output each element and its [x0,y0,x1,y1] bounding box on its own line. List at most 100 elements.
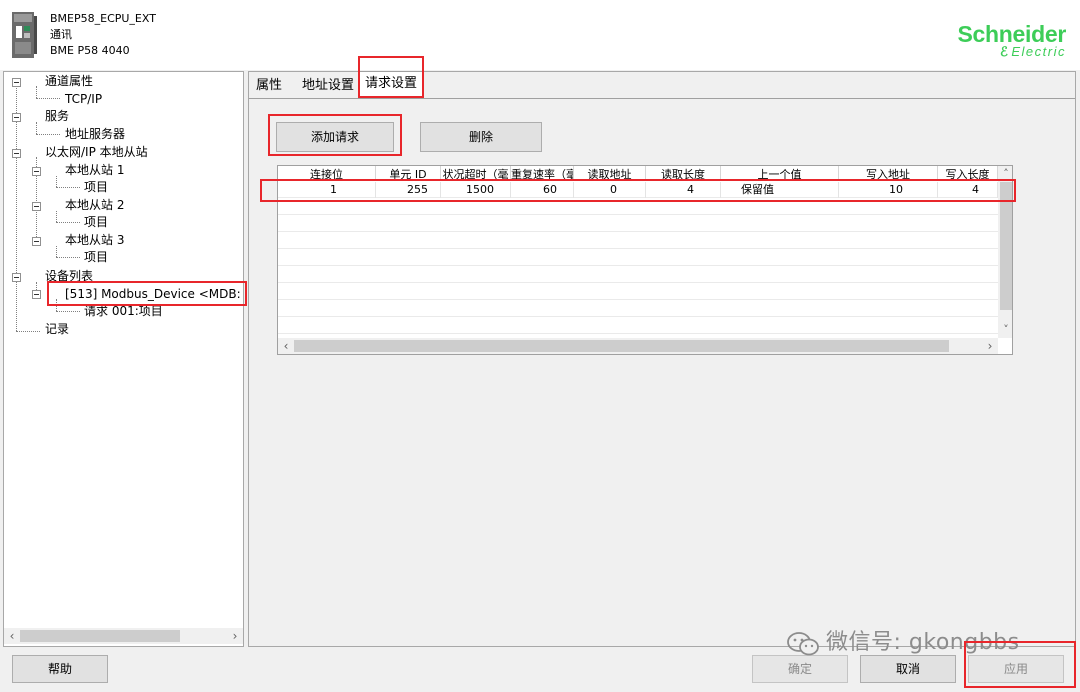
logo-sub-label: Electric [1011,44,1066,59]
scrollbar-thumb[interactable] [20,630,180,642]
settings-panel [248,71,1076,647]
tree-item-local-slave-2[interactable]: 本地从站 2 [65,197,124,214]
tree-line [36,122,37,134]
delete-button[interactable]: 删除 [420,122,542,152]
tree-item-modbus-device[interactable]: [513] Modbus_Device <MDB: 192. [65,286,243,303]
cell-write-length[interactable]: 4 [938,182,998,198]
column-header-repetitive-rate[interactable]: 重复速率（毫秒 [511,166,574,181]
cell-connection-bit[interactable]: 1 [278,182,376,198]
tree-line [56,222,80,223]
device-model: BME P58 4040 [50,44,130,57]
scroll-down-icon[interactable]: ˅ [998,322,1012,338]
empty-row [278,267,998,283]
cell-unit-id[interactable]: 255 [376,182,441,198]
tree-item-tcpip[interactable]: TCP/IP [65,91,102,108]
scrollbar-thumb[interactable] [294,340,949,352]
tree-line [56,311,80,312]
tree-panel: 通道属性 TCP/IP 服务 地址服务器 以太网/IP 本地从站 本地从站 1 … [3,71,244,647]
collapse-toggle-icon[interactable] [32,290,41,299]
tree-line [36,86,37,98]
device-name: BMEP58_ECPU_EXT [50,12,156,25]
wechat-icon [787,632,819,656]
column-header-write-length[interactable]: 写入长度 [938,166,998,181]
cell-read-address[interactable]: 0 [574,182,646,198]
collapse-toggle-icon[interactable] [32,167,41,176]
tree-item-address-server[interactable]: 地址服务器 [65,126,125,143]
collapse-toggle-icon[interactable] [12,113,21,122]
column-header-write-address[interactable]: 写入地址 [839,166,938,181]
table-vertical-scrollbar[interactable]: ˄ ˅ [998,166,1012,338]
empty-row [278,318,998,334]
tree-line [36,134,60,135]
section-name: 通讯 [50,28,72,41]
tree-line [56,211,57,222]
scroll-up-icon[interactable]: ˄ [998,166,1012,182]
request-table: 连接位 单元 ID 状况超时（毫 重复速率（毫秒 读取地址 读取长度 上一个值 … [277,165,1013,355]
collapse-toggle-icon[interactable] [32,202,41,211]
empty-row [278,233,998,249]
plc-module-icon [12,12,37,58]
tab-request-settings[interactable]: 请求设置 [358,71,425,97]
tree-item-project[interactable]: 项目 [84,179,108,196]
tree-item-project[interactable]: 项目 [84,214,108,231]
column-header-connection-bit[interactable]: 连接位 [278,166,376,181]
tree-line [56,299,57,311]
scroll-left-icon[interactable]: ‹ [278,338,294,354]
header-bar: BMEP58_ECPU_EXT 通讯 BME P58 4040 Schneide… [0,0,1080,70]
collapse-toggle-icon[interactable] [32,237,41,246]
tree-item-local-slave-3[interactable]: 本地从站 3 [65,232,124,249]
table-row[interactable]: 1 255 1500 60 0 4 保留值 10 4 [278,182,998,198]
wechat-watermark: 微信号: gkongbbs [786,627,1020,659]
empty-row [278,284,998,300]
cell-repetitive-rate[interactable]: 60 [511,182,574,198]
cancel-button[interactable]: 取消 [860,655,956,683]
tree-line [36,98,60,99]
tree-line [56,187,80,188]
cell-health-timeout[interactable]: 1500 [441,182,511,198]
scroll-right-icon[interactable]: › [982,338,998,354]
column-header-unit-id[interactable]: 单元 ID [376,166,441,181]
cell-last-value[interactable]: 保留值 [721,182,839,198]
tree-item-local-slave-1[interactable]: 本地从站 1 [65,162,124,179]
column-header-last-value[interactable]: 上一个值 [721,166,839,181]
tree-line [56,257,80,258]
tree-item-log[interactable]: 记录 [45,321,69,338]
ok-button[interactable]: 确定 [752,655,848,683]
tree-item-project[interactable]: 项目 [84,249,108,266]
cell-write-address[interactable]: 10 [839,182,938,198]
collapse-toggle-icon[interactable] [12,273,21,282]
column-header-read-address[interactable]: 读取地址 [574,166,646,181]
cell-read-length[interactable]: 4 [646,182,721,198]
tree-item-channel-properties[interactable]: 通道属性 [45,73,93,90]
empty-row [278,216,998,232]
tree-item-services[interactable]: 服务 [45,108,69,125]
column-header-read-length[interactable]: 读取长度 [646,166,721,181]
electric-symbol-icon: ℰ [1000,44,1010,59]
scroll-left-icon[interactable]: ‹ [4,628,20,644]
tree-horizontal-scrollbar[interactable]: ‹ › [4,628,243,644]
tree-item-request-001[interactable]: 请求 001:项目 [84,303,163,320]
tree-item-device-list[interactable]: 设备列表 [45,268,93,285]
table-horizontal-scrollbar[interactable]: ‹ › [278,338,998,354]
tree-line [56,176,57,187]
tab-address-settings[interactable]: 地址设置 [302,75,354,97]
add-request-button[interactable]: 添加请求 [276,122,394,152]
column-header-health-timeout[interactable]: 状况超时（毫 [441,166,511,181]
tree-line [56,246,57,257]
tree-line [16,86,17,331]
scroll-right-icon[interactable]: › [227,628,243,644]
empty-row [278,199,998,215]
empty-row [278,250,998,266]
watermark-text: 微信号: gkongbbs [826,630,1020,655]
apply-button[interactable]: 应用 [968,655,1064,683]
logo-sub-text: ℰ Electric [957,44,1066,59]
collapse-toggle-icon[interactable] [12,78,21,87]
tab-properties[interactable]: 属性 [256,75,282,97]
tree-line [16,331,40,332]
empty-row [278,301,998,317]
help-button[interactable]: 帮助 [12,655,108,683]
collapse-toggle-icon[interactable] [12,149,21,158]
tree-item-ethernet-ip-local-slave[interactable]: 以太网/IP 本地从站 [45,144,148,161]
logo-main-text: Schneider [957,21,1066,47]
scrollbar-thumb[interactable] [1000,182,1012,310]
